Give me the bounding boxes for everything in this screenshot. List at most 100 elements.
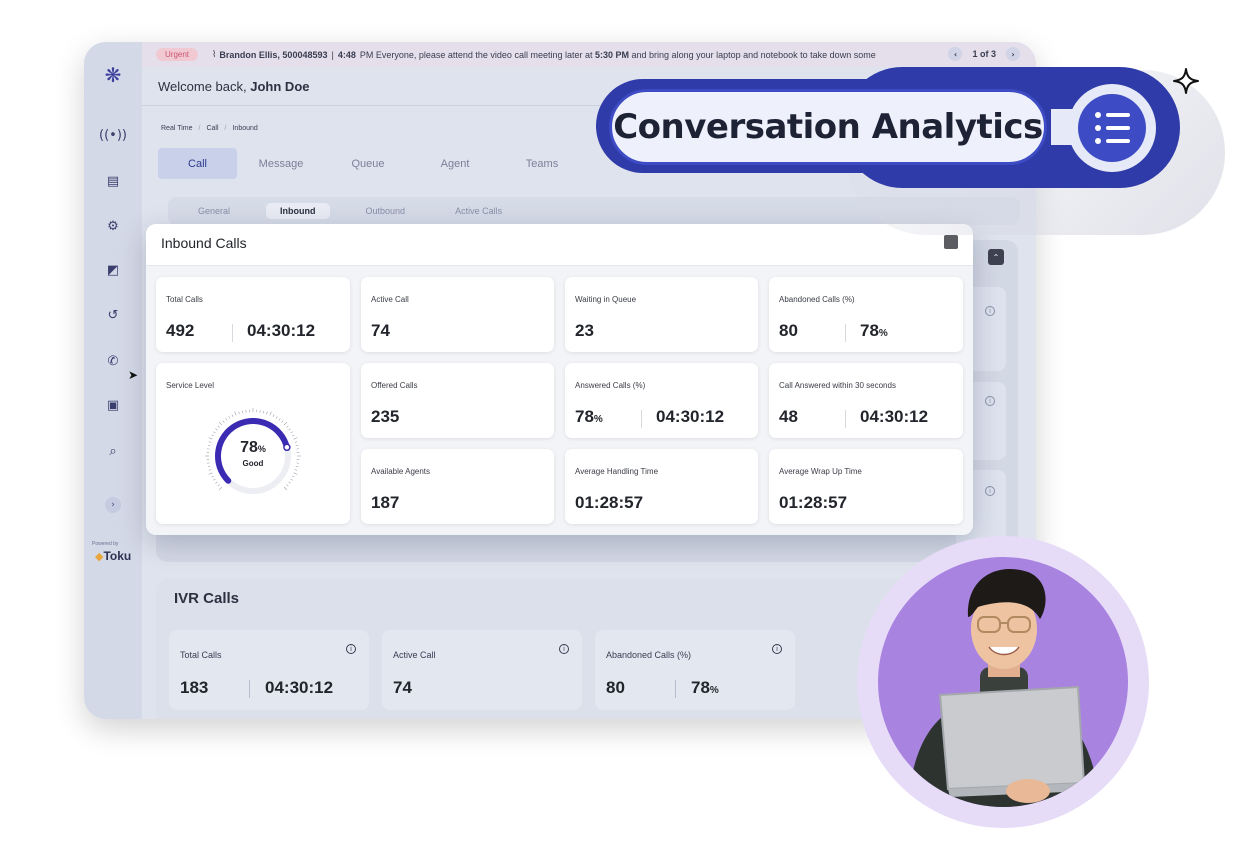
welcome-prefix: Welcome back, [158, 79, 247, 94]
announcement-ticker: Urgent ⌇ Brandon Ellis, 500048593 | 4:48… [142, 42, 1036, 67]
subtab-outbound[interactable]: Outbound [352, 203, 420, 219]
tab-agent[interactable]: Agent [412, 148, 498, 179]
ivr-active-call-label: Active Call [393, 650, 436, 660]
breadcrumb-call[interactable]: Call [206, 125, 218, 132]
prev-chevron-icon[interactable]: ‹ [948, 47, 963, 61]
breadcrumb-inbound: Inbound [232, 125, 258, 132]
breadcrumb-realtime[interactable]: Real Time [161, 125, 193, 132]
gauge-tick [286, 484, 289, 487]
ticker-sender: Brandon Ellis, 500048593 [219, 49, 328, 60]
inbound-calls-modal: Inbound Calls Total Calls 492 04:30:12 A… [146, 224, 973, 535]
contacts-icon[interactable]: ◩ [102, 259, 124, 281]
service-level-gauge: 78% Good [203, 406, 303, 506]
avg-handling-time-card: Average Handling Time 01:28:57 [565, 449, 758, 524]
ticker-message-pre: PM Everyone, please attend the video cal… [359, 49, 593, 60]
expand-sidebar-button[interactable]: › [105, 497, 121, 513]
gauge-tick [292, 434, 295, 437]
ivr-abandoned-percent-number: 78 [691, 678, 710, 697]
service-level-card: Service Level 78% Good [156, 363, 350, 524]
phone-icon[interactable]: ✆ [102, 350, 124, 372]
gauge-center: 78% Good [203, 439, 303, 468]
gauge-tick [211, 475, 214, 478]
info-icon[interactable]: i [559, 644, 569, 654]
service-level-number: 78 [240, 439, 258, 456]
value-divider [845, 410, 846, 428]
conversation-analytics-badge: Conversation Analytics [596, 67, 1180, 188]
active-call-label: Active Call [371, 295, 409, 304]
total-calls-duration: 04:30:12 [247, 321, 316, 340]
brand-logo-icon[interactable]: ❋ [102, 63, 124, 87]
avatar-photo [878, 557, 1128, 807]
history-icon[interactable]: ↺ [102, 304, 124, 326]
gauge-tick [283, 421, 288, 426]
toku-brand-text: Toku [103, 549, 132, 563]
answered-calls-card: Answered Calls (%) 78% 04:30:12 [565, 363, 758, 438]
offered-calls-value: 235 [371, 407, 400, 426]
gauge-tick [294, 469, 298, 471]
gauge-tick [238, 411, 240, 415]
ivr-abandoned-label: Abandoned Calls (%) [606, 650, 692, 660]
value-divider [232, 324, 233, 342]
available-agents-card: Available Agents 187 [361, 449, 554, 524]
gauge-tick [211, 434, 214, 437]
collapse-section-icon[interactable]: ⌃ [988, 249, 1004, 265]
minimize-icon[interactable] [944, 235, 958, 249]
powered-by-label: Powered by [92, 541, 119, 547]
info-icon[interactable]: i [985, 486, 995, 496]
gauge-tick [288, 428, 291, 431]
avg-handling-time-label: Average Handling Time [575, 467, 659, 476]
tab-teams[interactable]: Teams [499, 148, 585, 179]
tab-call[interactable]: Call [158, 148, 237, 179]
info-icon[interactable]: i [985, 306, 995, 316]
gauge-tick [262, 410, 265, 414]
subtab-active-calls[interactable]: Active Calls [441, 203, 516, 219]
waiting-queue-card: Waiting in Queue 23 [565, 277, 758, 352]
main-tabs: Call Message Queue Agent Teams [158, 148, 586, 179]
ivr-abandoned-card: Abandoned Calls (%) i 80 78% [595, 630, 795, 710]
badge-pill: Conversation Analytics [609, 89, 1047, 165]
total-calls-value: 492 [166, 321, 195, 340]
percent-sign: % [593, 414, 603, 425]
gauge-tick [222, 420, 225, 423]
ivr-abandoned-percent: 78% [691, 678, 719, 698]
subtab-general[interactable]: General [184, 203, 244, 219]
settings-icon[interactable]: ⚙ [102, 215, 124, 237]
ivr-total-calls-label: Total Calls [180, 650, 222, 660]
waiting-queue-label: Waiting in Queue [575, 295, 637, 304]
message-icon[interactable]: ▣ [102, 394, 124, 416]
mouse-cursor-icon: ➤ [127, 368, 139, 382]
gauge-tick [293, 472, 298, 475]
info-icon[interactable]: i [772, 644, 782, 654]
tab-message[interactable]: Message [238, 148, 324, 179]
next-chevron-icon[interactable]: › [1006, 47, 1020, 61]
search-doc-icon[interactable]: ⌕ [102, 440, 124, 462]
ticker-time: 4:48 [337, 49, 356, 60]
ivr-total-calls-duration: 04:30:12 [265, 678, 334, 697]
abandoned-calls-card: Abandoned Calls (%) 80 78% [769, 277, 963, 352]
service-level-status: Good [242, 459, 264, 468]
value-divider [641, 410, 642, 428]
subtab-inbound[interactable]: Inbound [266, 203, 330, 219]
info-icon[interactable]: i [346, 644, 356, 654]
report-icon[interactable]: ▤ [102, 170, 124, 192]
gauge-tick [275, 416, 278, 419]
toku-logo: ◆Toku [95, 549, 131, 563]
realtime-icon[interactable]: ((•)) [99, 124, 127, 146]
welcome-message: Welcome back, John Doe [158, 79, 310, 94]
tab-queue[interactable]: Queue [325, 148, 411, 179]
breadcrumb: Real Time / Call / Inbound [161, 125, 258, 132]
abandoned-calls-value: 80 [779, 321, 798, 340]
user-name: John Doe [250, 79, 310, 94]
info-icon[interactable]: i [985, 396, 995, 406]
marketing-banner: ❋ ((•)) ▤ ⚙ ◩ ↺ ✆ ▣ ⌕ ➤ › Powered by ◆To… [0, 0, 1244, 842]
ivr-active-call-card: Active Call i 74 [382, 630, 582, 710]
gauge-tick [278, 418, 281, 421]
ticker-message-time: 5:30 PM [595, 49, 630, 60]
answered-calls-label: Answered Calls (%) [575, 381, 646, 390]
sparkle-icon [1173, 68, 1199, 94]
percent-sign: % [257, 444, 266, 454]
total-calls-label: Total Calls [166, 295, 203, 304]
avg-wrap-up-time-card: Average Wrap Up Time 01:28:57 [769, 449, 963, 524]
gauge-tick [215, 481, 218, 484]
answered-percent-number: 78 [575, 407, 594, 426]
